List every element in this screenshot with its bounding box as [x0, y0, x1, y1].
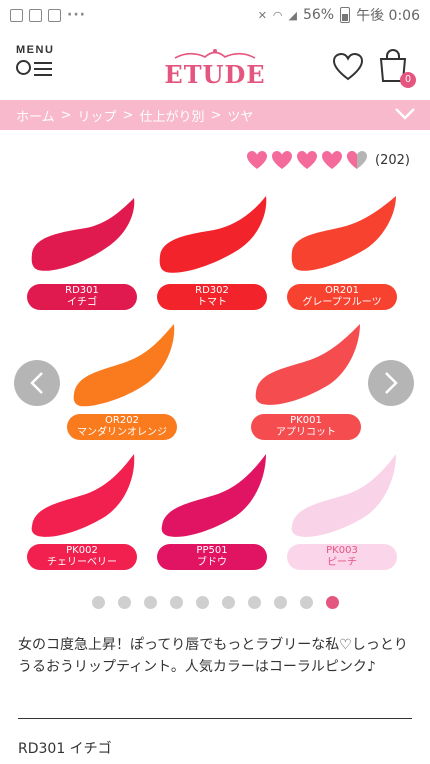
- chevron-right-icon: [385, 372, 398, 394]
- app-notification-icon: [10, 8, 23, 22]
- carousel-next-button[interactable]: [368, 360, 414, 406]
- swatch-name: マンダリンオレンジ: [77, 427, 167, 438]
- rating-heart-icon: [247, 151, 268, 169]
- pagination-dot-active[interactable]: [325, 596, 339, 609]
- pagination-dot[interactable]: [91, 596, 105, 609]
- more-notifications-icon: ···: [67, 7, 86, 23]
- breadcrumb-gloss[interactable]: ツヤ: [227, 106, 253, 125]
- product-description: 女のコ度急上昇！ぽってり唇でもっとラブリーな私♡しっとりうるおうリップティント。…: [18, 637, 408, 675]
- selected-color: RD301 イチゴ: [18, 741, 112, 757]
- swatch-code: RD301: [65, 285, 99, 296]
- review-count[interactable]: (202): [375, 153, 410, 168]
- swatch-pk003[interactable]: PK003 ピーチ: [282, 452, 402, 570]
- swatch-or201[interactable]: OR201 グレープフルーツ: [282, 192, 402, 310]
- carousel-pagination: [0, 596, 430, 609]
- breadcrumb-lip[interactable]: リップ: [78, 106, 117, 125]
- swatch-code: RD302: [195, 285, 229, 296]
- swatch-name: ブドウ: [197, 557, 227, 568]
- swatch-label: OR202 マンダリンオレンジ: [67, 414, 177, 440]
- swatch-code: OR201: [325, 285, 359, 296]
- lip-swatch-smear: [255, 324, 360, 405]
- rating-heart-icon: [272, 151, 293, 169]
- divider: [18, 718, 412, 719]
- logo-text: ETUDE: [164, 60, 266, 89]
- pagination-dot[interactable]: [195, 596, 209, 609]
- swatch-code: PK001: [290, 415, 322, 426]
- line-notification-icon: [48, 8, 61, 22]
- swatch-label: PK002 チェリーベリー: [27, 544, 137, 570]
- wishlist-button[interactable]: [332, 52, 364, 82]
- pagination-dot[interactable]: [247, 596, 261, 609]
- breadcrumb-finish[interactable]: 仕上がり別: [139, 106, 204, 125]
- chevron-down-icon[interactable]: [394, 107, 416, 121]
- swatch-or202[interactable]: OR202 マンダリンオレンジ: [62, 322, 182, 440]
- swatch-label: PP501 ブドウ: [157, 544, 267, 570]
- swatch-label: OR201 グレープフルーツ: [287, 284, 397, 310]
- breadcrumb-separator: >: [122, 107, 134, 123]
- swatch-name: チェリーベリー: [47, 557, 117, 568]
- swatch-pk002[interactable]: PK002 チェリーベリー: [22, 452, 142, 570]
- swatch-rd302[interactable]: RD302 トマト: [152, 192, 272, 310]
- lip-swatch-smear: [159, 196, 267, 273]
- heart-icon: [332, 52, 364, 81]
- swatch-pk001[interactable]: PK001 アプリコット: [246, 322, 366, 440]
- wifi-icon: ◠: [272, 8, 283, 22]
- lip-swatch-smear: [291, 454, 396, 537]
- signal-icon: ◢: [288, 8, 297, 22]
- swatch-code: PP501: [196, 545, 228, 556]
- status-left: ···: [10, 7, 86, 23]
- swatch-name: アプリコット: [276, 427, 336, 438]
- breadcrumb-home[interactable]: ホーム: [16, 106, 55, 125]
- lip-swatch-smear: [291, 196, 396, 271]
- status-right: ✕ ◠ ◢ 56% 午後 0:06: [258, 5, 420, 25]
- color-swatch-gallery: RD301 イチゴ RD302 トマト OR201 グレープフルーツ OR202…: [0, 180, 430, 600]
- swatch-code: OR202: [105, 415, 139, 426]
- swatch-label: PK003 ピーチ: [287, 544, 397, 570]
- rating-heart-icon: [322, 151, 343, 169]
- cart-count-badge: 0: [400, 72, 416, 88]
- swatch-label: RD302 トマト: [157, 284, 267, 310]
- clock: 午後 0:06: [356, 8, 420, 24]
- breadcrumb: ホーム > リップ > 仕上がり別 > ツヤ: [0, 100, 430, 130]
- rating: (202): [246, 150, 410, 170]
- lip-swatch-smear: [73, 324, 175, 407]
- rating-heart-icon: [297, 151, 318, 169]
- pagination-dot[interactable]: [117, 596, 131, 609]
- lip-swatch-smear: [31, 198, 135, 271]
- lip-swatch-smear: [31, 454, 135, 537]
- chevron-left-icon: [30, 372, 43, 394]
- status-bar: ··· ✕ ◠ ◢ 56% 午後 0:06: [0, 0, 430, 30]
- battery-icon: [340, 7, 351, 23]
- pagination-dot[interactable]: [299, 596, 313, 609]
- breadcrumb-separator: >: [60, 107, 72, 123]
- battery-percent: 56%: [302, 7, 335, 23]
- site-header: MENU ETUDE 0: [0, 30, 430, 100]
- mute-icon: ✕: [257, 8, 267, 22]
- swatch-label: PK001 アプリコット: [251, 414, 361, 440]
- lip-swatch-smear: [161, 454, 266, 537]
- swatch-label: RD301 イチゴ: [27, 284, 137, 310]
- swatch-rd301[interactable]: RD301 イチゴ: [22, 192, 142, 310]
- swatch-name: グレープフルーツ: [302, 297, 382, 308]
- rating-heart-half-icon: [347, 151, 368, 169]
- swatch-name: ピーチ: [327, 557, 357, 568]
- pagination-dot[interactable]: [273, 596, 287, 609]
- cart-button[interactable]: 0: [378, 48, 416, 88]
- swatch-name: トマト: [197, 297, 227, 308]
- logo[interactable]: ETUDE: [0, 48, 430, 89]
- pagination-dot[interactable]: [221, 596, 235, 609]
- breadcrumb-separator: >: [210, 107, 222, 123]
- swatch-code: PK002: [66, 545, 98, 556]
- swatch-name: イチゴ: [67, 297, 97, 308]
- swatch-pp501[interactable]: PP501 ブドウ: [152, 452, 272, 570]
- image-notification-icon: [29, 8, 42, 22]
- swatch-code: PK003: [326, 545, 358, 556]
- pagination-dot[interactable]: [143, 596, 157, 609]
- pagination-dot[interactable]: [169, 596, 183, 609]
- carousel-prev-button[interactable]: [14, 360, 60, 406]
